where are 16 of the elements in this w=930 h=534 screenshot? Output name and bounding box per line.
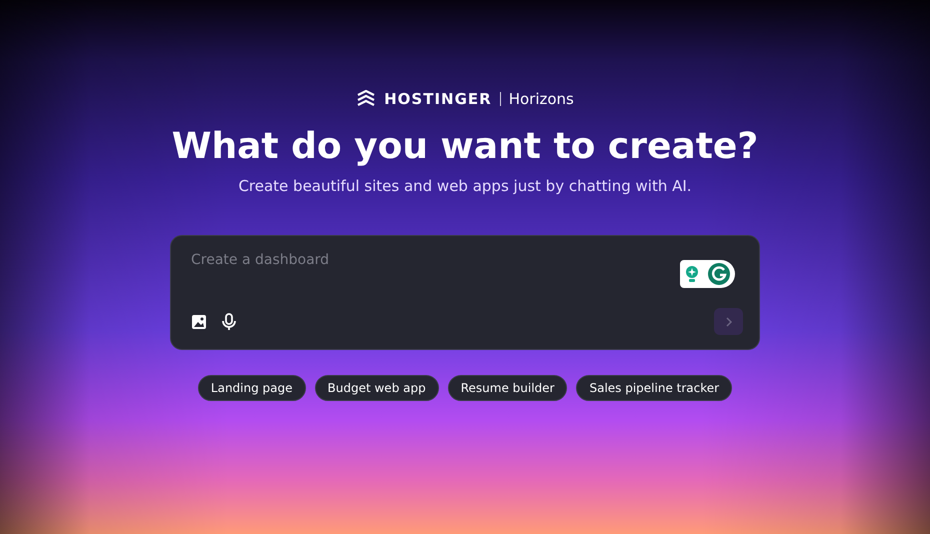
suggestion-chip[interactable]: Landing page [198, 375, 306, 401]
suggestion-chip[interactable]: Resume builder [448, 375, 568, 401]
image-icon[interactable] [191, 314, 207, 330]
suggestion-chip[interactable]: Sales pipeline tracker [576, 375, 732, 401]
product-name: Horizons [508, 90, 574, 108]
suggestion-chip[interactable]: Budget web app [314, 375, 439, 401]
grammarly-icon [708, 263, 730, 285]
page-heading: What do you want to create? [172, 126, 758, 167]
lightbulb-icon [684, 265, 699, 283]
page-subheading: Create beautiful sites and web apps just by chatting with AI. [238, 177, 692, 195]
grammarly-badge[interactable] [680, 260, 735, 288]
microphone-icon[interactable] [221, 312, 237, 330]
prompt-field[interactable]: Create a dashboard [191, 252, 671, 268]
chevron-icon [724, 316, 732, 326]
brand-name: HOSTINGER [384, 90, 492, 108]
logo-icon [356, 90, 376, 108]
